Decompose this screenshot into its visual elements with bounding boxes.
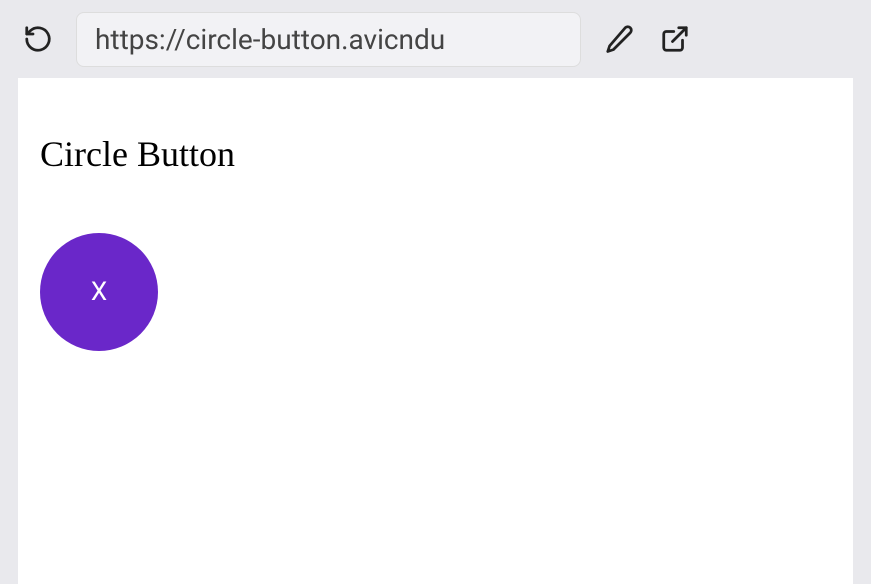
circle-button[interactable]: X: [40, 233, 158, 351]
browser-toolbar: https://circle-button.avicndu: [0, 0, 871, 78]
reload-icon[interactable]: [20, 21, 56, 57]
open-external-icon[interactable]: [657, 21, 693, 57]
url-input[interactable]: https://circle-button.avicndu: [76, 12, 581, 67]
edit-icon[interactable]: [601, 21, 637, 57]
page-title: Circle Button: [40, 133, 831, 175]
page-content: Circle Button X: [18, 78, 853, 584]
